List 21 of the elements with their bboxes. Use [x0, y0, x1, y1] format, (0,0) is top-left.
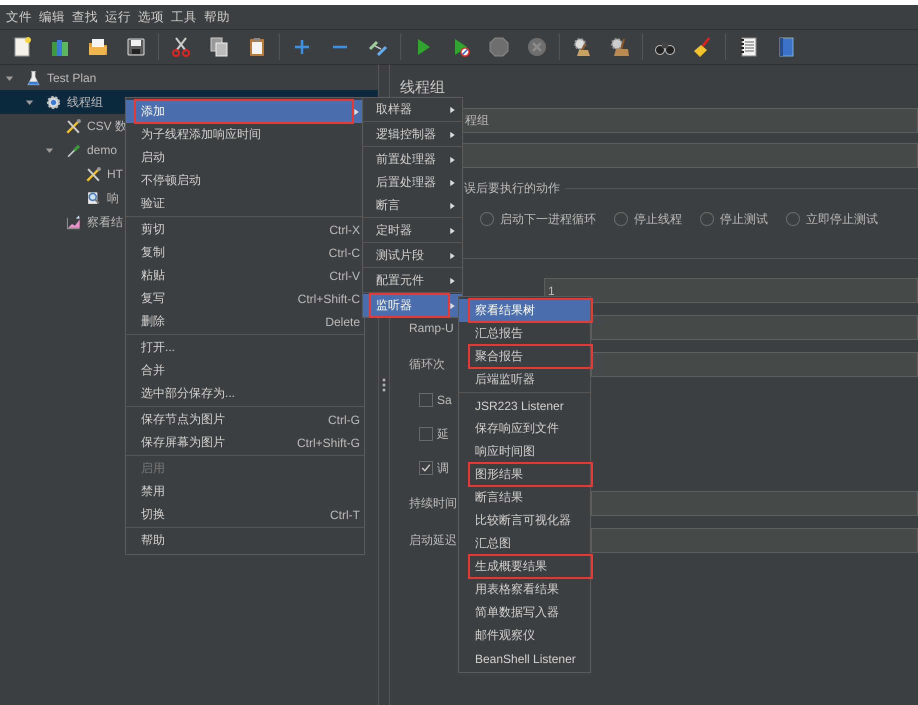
tree-label: Test Plan	[47, 71, 96, 85]
field-label: Ramp-U	[409, 320, 454, 334]
field-label: 启动延迟	[409, 532, 457, 549]
shortcut-label: Ctrl+Shift-C	[298, 292, 360, 306]
field-label: 持续时间	[409, 495, 457, 512]
group-title: 误后要执行的动作	[464, 180, 560, 196]
shortcut-label: Ctrl-T	[330, 508, 360, 522]
shortcut-label: Ctrl-C	[328, 246, 360, 260]
shortcut-label: Ctrl+Shift-G	[296, 436, 360, 450]
tree-label: CSV 数	[87, 118, 128, 134]
shortcut-label: Delete	[325, 314, 360, 328]
tree-label: 线程组	[67, 94, 103, 110]
field-label: 循环次	[409, 356, 445, 373]
shortcut-label: Ctrl-X	[329, 222, 360, 236]
tree-label: HT	[107, 167, 123, 181]
tree-label: demo	[87, 143, 118, 157]
tree-label: 响	[107, 190, 119, 206]
shortcut-label: Ctrl-V	[329, 268, 360, 282]
shortcut-label: Ctrl-G	[328, 412, 360, 426]
panel-title: 线程组	[400, 78, 446, 98]
tree-label: 察看结	[87, 214, 123, 230]
